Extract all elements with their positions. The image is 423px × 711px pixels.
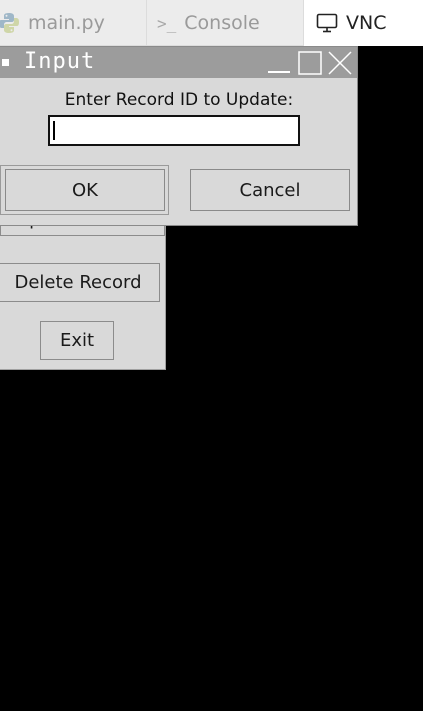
monitor-icon: [316, 13, 338, 33]
record-id-input[interactable]: [48, 115, 300, 146]
tab-bar: main.py >_ Console VNC: [0, 0, 423, 46]
tab-main-py[interactable]: main.py: [0, 0, 146, 46]
python-icon: [0, 12, 20, 34]
tab-label: VNC: [346, 12, 387, 34]
prompt-label: Enter Record ID to Update:: [64, 90, 294, 110]
tab-label: main.py: [28, 12, 105, 34]
close-icon[interactable]: [328, 51, 352, 75]
tab-label: Console: [184, 12, 260, 34]
dialog-title: Input: [24, 49, 96, 74]
window-menu-icon[interactable]: [2, 59, 9, 66]
exit-button[interactable]: Exit: [40, 321, 114, 360]
cancel-button[interactable]: Cancel: [190, 169, 350, 211]
input-dialog: Input Enter Record ID to Update: OK Canc…: [0, 46, 358, 226]
maximize-icon[interactable]: [298, 51, 322, 75]
delete-record-button[interactable]: Delete Record: [0, 263, 160, 302]
minimize-icon[interactable]: [267, 51, 291, 75]
tab-console[interactable]: >_ Console: [146, 0, 304, 46]
terminal-icon: >_: [157, 13, 177, 33]
dialog-titlebar[interactable]: Input: [0, 47, 357, 78]
tab-vnc[interactable]: VNC: [303, 0, 423, 46]
ok-button[interactable]: OK: [5, 169, 165, 211]
text-caret: [53, 121, 55, 140]
